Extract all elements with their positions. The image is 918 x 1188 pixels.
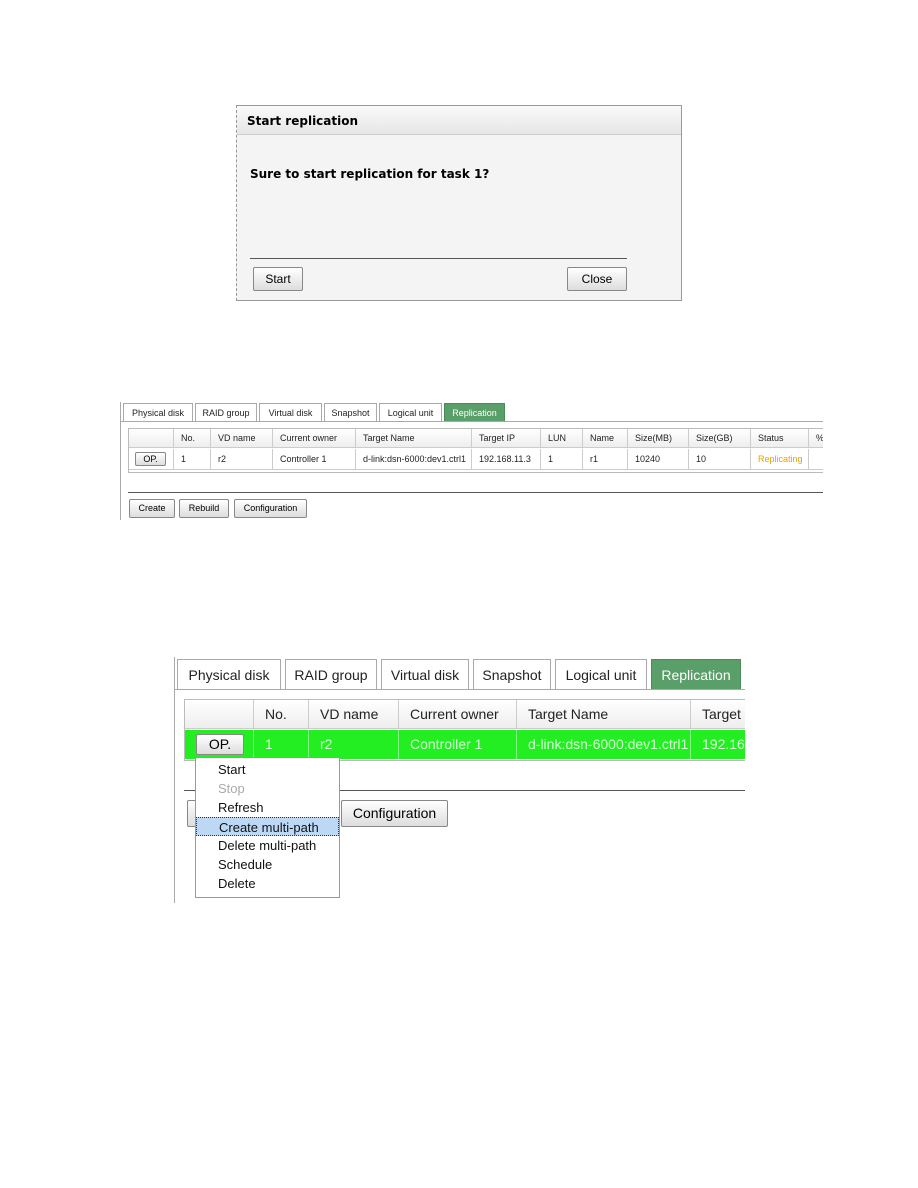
column-header: Target IP — [472, 429, 541, 448]
rebuild-button[interactable]: Rebuild — [179, 499, 229, 518]
table-cell — [809, 449, 823, 470]
column-header: Status — [751, 429, 809, 448]
table-cell: 10 — [689, 449, 751, 470]
divider — [250, 258, 627, 259]
table-cell: r2 — [211, 449, 273, 470]
divider — [175, 689, 745, 690]
start-replication-dialog: Start replication Sure to start replicat… — [236, 105, 682, 301]
op-cell: OP. — [129, 449, 174, 470]
column-header: Target Name — [356, 429, 472, 448]
replication-panel-small: Physical disk RAID group Virtual disk Snaps… — [120, 402, 823, 520]
menu-item-create-multi-path[interactable]: Create multi-path — [196, 817, 339, 836]
column-header: Size(GB) — [689, 429, 751, 448]
column-header: VD name — [211, 429, 273, 448]
divider — [121, 421, 823, 422]
tab-virtual-disk[interactable]: Virtual disk — [381, 659, 469, 690]
table-cell: Controller 1 — [399, 730, 517, 759]
tab-replication[interactable]: Replication — [444, 403, 505, 422]
column-header: Name — [583, 429, 628, 448]
table-cell: d-link:dsn-6000:dev1.ctrl1 — [356, 449, 472, 470]
column-header: Current owner — [273, 429, 356, 448]
dialog-title: Start replication — [237, 106, 681, 135]
table-cell: 1 — [174, 449, 211, 470]
start-button[interactable]: Start — [253, 267, 303, 291]
close-button[interactable]: Close — [567, 267, 627, 291]
configuration-button[interactable]: Configuration — [234, 499, 307, 518]
table-cell: Replicating — [751, 449, 809, 470]
column-header — [185, 700, 254, 729]
column-header: Target Name — [517, 700, 691, 729]
tab-logical-unit[interactable]: Logical unit — [379, 403, 442, 422]
column-header: VD name — [309, 700, 399, 729]
menu-item-stop: Stop — [218, 781, 245, 796]
table-cell: 192.16 — [691, 730, 745, 759]
tab-snapshot[interactable]: Snapshot — [473, 659, 551, 690]
menu-item-refresh[interactable]: Refresh — [196, 798, 339, 817]
tab-raid-group[interactable]: RAID group — [285, 659, 377, 690]
create-button[interactable]: Create — [129, 499, 175, 518]
configuration-button[interactable]: Configuration — [341, 800, 448, 827]
tab-virtual-disk[interactable]: Virtual disk — [259, 403, 322, 422]
dialog-message: Sure to start replication for task 1? — [250, 167, 490, 181]
table-cell: Controller 1 — [273, 449, 356, 470]
op-button[interactable]: OP. — [135, 452, 166, 466]
tab-replication[interactable]: Replication — [651, 659, 741, 690]
column-header: LUN — [541, 429, 583, 448]
table-cell: 1 — [254, 730, 309, 759]
column-header — [129, 429, 174, 448]
column-header: Current owner — [399, 700, 517, 729]
op-button[interactable]: OP. — [196, 734, 244, 755]
tab-snapshot[interactable]: Snapshot — [324, 403, 377, 422]
tab-physical-disk[interactable]: Physical disk — [177, 659, 281, 690]
tab-physical-disk[interactable]: Physical disk — [123, 403, 193, 422]
op-dropdown-menu: Start Stop Refresh Create multi-path Delete … — [195, 757, 340, 898]
menu-item-delete-multi-path[interactable]: Delete multi-path — [196, 836, 339, 855]
column-header: No. — [254, 700, 309, 729]
tab-raid-group[interactable]: RAID group — [195, 403, 257, 422]
menu-item-start[interactable]: Start — [196, 760, 339, 779]
column-header: Size(MB) — [628, 429, 689, 448]
menu-item-schedule[interactable]: Schedule — [196, 855, 339, 874]
table-cell: r2 — [309, 730, 399, 759]
table-cell: r1 — [583, 449, 628, 470]
table-cell: 192.168.11.3 — [472, 449, 541, 470]
table-cell: 10240 — [628, 449, 689, 470]
tab-logical-unit[interactable]: Logical unit — [555, 659, 647, 690]
column-header: % — [809, 429, 823, 448]
column-header: Target — [691, 700, 745, 729]
menu-item-delete[interactable]: Delete — [196, 874, 339, 893]
table-cell: 1 — [541, 449, 583, 470]
table-cell: d-link:dsn-6000:dev1.ctrl1 — [517, 730, 691, 759]
op-cell: OP. — [185, 730, 254, 759]
divider — [128, 492, 823, 493]
column-header: No. — [174, 429, 211, 448]
